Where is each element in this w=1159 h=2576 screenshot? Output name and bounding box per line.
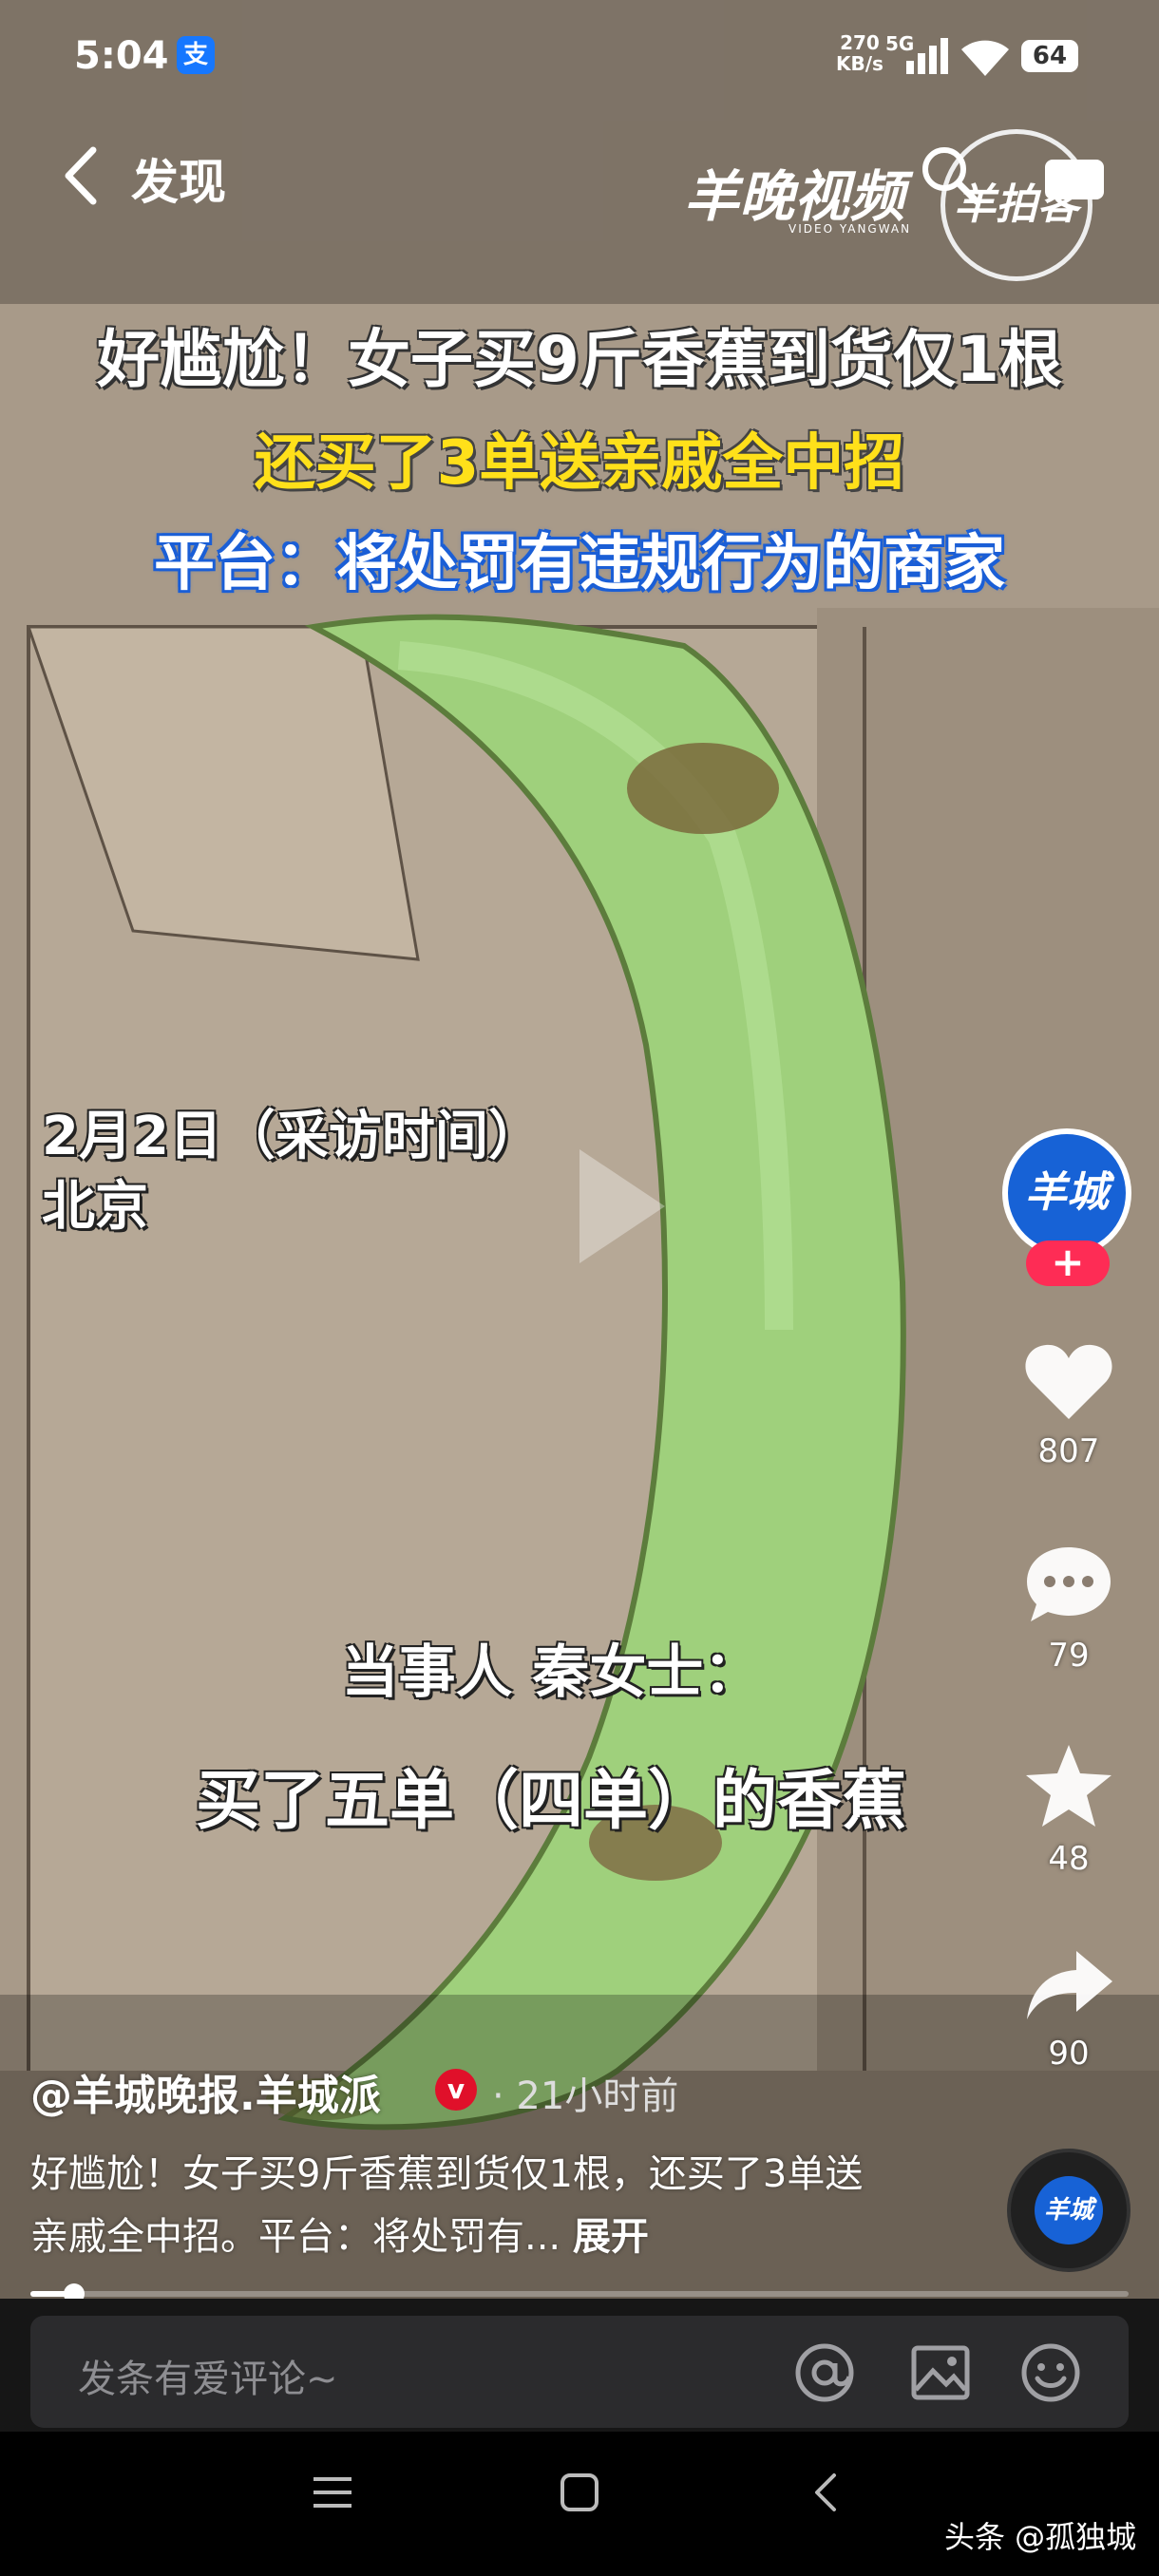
location-line: 北京 — [42, 1176, 148, 1238]
post-time: · 21小时前 — [492, 2074, 679, 2118]
favorite-count: 48 — [1048, 1840, 1090, 1878]
disc-logo: 羊城 — [1035, 2176, 1103, 2245]
follow-button[interactable]: + — [1026, 1241, 1110, 1286]
channel-logo: 羊晚视频 — [684, 164, 905, 229]
back-icon[interactable] — [57, 142, 104, 209]
net-speed-unit: KB/s — [836, 52, 884, 75]
battery-icon: 64 — [1021, 40, 1078, 72]
post-description[interactable]: 好尴尬！女子买9斤香蕉到货仅1根，还买了3单送亲戚全中招。平台：将处罚有... … — [30, 2143, 885, 2268]
menu-icon[interactable] — [310, 2470, 355, 2515]
comment-placeholder: 发条有爱评论~ — [78, 2358, 338, 2401]
description-text: 好尴尬！女子买9斤香蕉到货仅1根，还买了3单送亲戚全中招。平台：将处罚有... — [30, 2152, 864, 2259]
comment-icon — [1027, 1547, 1111, 1621]
page-title: 发现 — [131, 155, 226, 210]
channel-logo-sub: VIDEO YANGWAN — [788, 222, 912, 236]
headline-3: 平台：将处罚有违规行为的商家 — [154, 529, 1005, 599]
avatar-logo: 羊城 — [1008, 1134, 1126, 1252]
home-icon[interactable] — [557, 2470, 602, 2515]
clock: 5:04 — [74, 34, 169, 78]
like-button[interactable]: 807 — [1016, 1339, 1121, 1470]
headline-2: 还买了3单送亲戚全中招 — [254, 428, 905, 499]
favorite-button[interactable]: 48 — [1016, 1743, 1121, 1878]
star-icon — [1026, 1745, 1112, 1827]
comment-input[interactable]: 发条有爱评论~ — [30, 2316, 1129, 2428]
play-icon[interactable] — [570, 1140, 674, 1273]
share-count: 90 — [1048, 2035, 1090, 2073]
at-icon[interactable] — [792, 2340, 857, 2405]
search-icon[interactable] — [920, 144, 982, 207]
date-caption: 2月2日（采访时间） 北京 — [42, 1102, 542, 1242]
headline-1: 好尴尬！女子买9斤香蕉到货仅1根 — [97, 323, 1062, 396]
subtitle-speaker: 当事人 秦女士： — [341, 1639, 761, 1706]
heart-icon — [1025, 1344, 1112, 1419]
subtitle-line: 买了五单（四单）的香蕉 — [195, 1764, 906, 1839]
alipay-icon: 支 — [177, 36, 215, 74]
comment-bar: 发条有爱评论~ — [0, 2299, 1159, 2432]
emoji-icon[interactable] — [1018, 2340, 1083, 2405]
author-name[interactable]: @羊城晚报.羊城派 — [30, 2061, 381, 2122]
comment-count: 79 — [1048, 1637, 1090, 1675]
net-speed-value: 270 — [840, 31, 880, 54]
date-line: 2月2日（采访时间） — [42, 1106, 542, 1167]
video-progress[interactable] — [30, 2283, 1129, 2304]
watermark: 头条 @孤独城 — [944, 2519, 1137, 2555]
verified-icon: v — [435, 2069, 477, 2111]
wifi-icon — [961, 40, 1009, 76]
net-speed: 270 KB/s — [836, 32, 884, 74]
music-disc[interactable]: 羊城 — [1007, 2149, 1130, 2272]
signal-icon — [906, 38, 950, 74]
share-button[interactable]: 90 — [1016, 1947, 1121, 2073]
share-icon — [1027, 1951, 1112, 2019]
comment-button[interactable]: 79 — [1016, 1544, 1121, 1675]
status-bar: 5:04 支 270 KB/s 5G 64 — [0, 0, 1159, 114]
image-icon[interactable] — [908, 2340, 973, 2405]
more-icon[interactable] — [1043, 156, 1106, 203]
like-count: 807 — [1037, 1432, 1100, 1470]
nav-back-icon[interactable] — [804, 2470, 849, 2515]
expand-link[interactable]: 展开 — [573, 2215, 649, 2259]
